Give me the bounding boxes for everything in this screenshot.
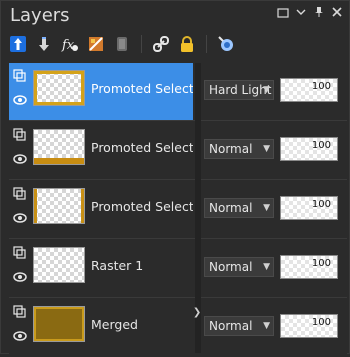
opacity-value: 100 — [311, 317, 331, 328]
highlight-icon[interactable] — [217, 35, 235, 53]
layer-name: Raster 1 — [91, 258, 144, 273]
window-controls — [277, 6, 343, 18]
layer-thumbnail — [33, 70, 85, 106]
layer-effects-icon[interactable]: fx — [61, 35, 79, 53]
visibility-eye-icon[interactable] — [13, 329, 27, 343]
pin-icon[interactable] — [313, 6, 325, 18]
layer-controls — [13, 128, 27, 172]
visibility-eye-icon[interactable] — [13, 211, 27, 225]
blend-mode-select[interactable]: Normal ▼ — [204, 257, 274, 277]
blend-mode-select[interactable]: Hard Light ▼ — [204, 80, 274, 100]
dropdown-arrow-icon: ▼ — [263, 203, 270, 213]
layer-group-toggle-icon[interactable] — [13, 128, 27, 142]
row-divider — [9, 179, 347, 180]
blend-mode-select[interactable]: Normal ▼ — [204, 316, 274, 336]
layer-controls — [13, 187, 27, 231]
row-divider — [9, 238, 347, 239]
blend-mode-value: Normal — [209, 260, 253, 274]
close-icon[interactable] — [331, 6, 343, 18]
layer-row-1[interactable]: Promoted Selection Hard Light ▼ 100 — [9, 63, 347, 121]
opacity-value: 100 — [311, 140, 331, 151]
layer-group-icon[interactable] — [113, 35, 131, 53]
layers-panel: Layers fx Promoted Select Hard Light ▼ 1… — [0, 0, 350, 357]
dropdown-arrow-icon: ▼ — [263, 144, 270, 154]
visibility-eye-icon[interactable] — [13, 152, 27, 166]
blend-mode-value: Normal — [209, 201, 253, 215]
layer-row-left[interactable]: Promoted Selection — [9, 122, 193, 180]
link-layers-icon[interactable] — [152, 35, 170, 53]
layer-controls — [13, 246, 27, 290]
dropdown-arrow-icon: ▼ — [263, 262, 270, 272]
layer-thumbnail — [33, 247, 85, 283]
layer-group-toggle-icon[interactable] — [13, 69, 27, 83]
minimize-icon[interactable] — [277, 6, 289, 18]
blend-mode-select[interactable]: Normal ▼ — [204, 139, 274, 159]
opacity-value: 100 — [311, 258, 331, 269]
layers-list: Promoted Selection Hard Light ▼ 100 — [9, 63, 347, 357]
opacity-slider[interactable]: 100 — [280, 78, 338, 102]
opacity-slider[interactable]: 100 — [280, 137, 338, 161]
layer-thumbnail — [33, 188, 85, 224]
layers-toolbar: fx — [9, 31, 235, 57]
opacity-value: 100 — [311, 81, 331, 92]
opacity-slider[interactable]: 100 — [280, 314, 338, 338]
toolbar-separator — [206, 35, 207, 53]
layer-row-left[interactable]: Promoted Selection — [9, 181, 193, 239]
toolbar-separator — [141, 35, 142, 53]
layer-row-left[interactable]: Promoted Selection — [9, 63, 193, 121]
visibility-eye-icon[interactable] — [13, 93, 27, 107]
layer-thumbnail — [33, 129, 85, 165]
layer-name: Merged — [91, 317, 138, 332]
opacity-slider[interactable]: 100 — [280, 196, 338, 220]
layer-row-5[interactable]: Merged Normal ▼ 100 — [9, 299, 347, 357]
svg-text:fx: fx — [61, 38, 75, 53]
lock-transparency-icon[interactable] — [178, 35, 196, 53]
opacity-slider[interactable]: 100 — [280, 255, 338, 279]
row-divider — [9, 297, 347, 298]
dropdown-arrow-icon: ▼ — [263, 85, 270, 95]
edit-selection-icon[interactable] — [87, 35, 105, 53]
layer-row-left[interactable]: Merged — [9, 299, 193, 357]
blend-mode-select[interactable]: Normal ▼ — [204, 198, 274, 218]
layer-name: Promoted Selection — [91, 81, 193, 96]
layer-group-toggle-icon[interactable] — [13, 305, 27, 319]
layer-group-toggle-icon[interactable] — [13, 246, 27, 260]
layer-controls — [13, 69, 27, 113]
panel-titlebar: Layers — [1, 1, 349, 31]
new-mask-layer-icon[interactable] — [35, 35, 53, 53]
visibility-eye-icon[interactable] — [13, 270, 27, 284]
splitter-grip-icon[interactable]: ❯ — [193, 299, 201, 325]
dropdown-arrow-icon: ▼ — [263, 321, 270, 331]
layer-name: Promoted Selection — [91, 140, 193, 155]
layer-row-2[interactable]: Promoted Selection Normal ▼ 100 — [9, 122, 347, 180]
layer-name: Promoted Selection — [91, 199, 193, 214]
chevron-down-icon[interactable] — [295, 6, 307, 18]
row-divider — [9, 120, 347, 121]
layer-row-3[interactable]: Promoted Selection Normal ▼ 100 — [9, 181, 347, 239]
layer-controls — [13, 305, 27, 349]
new-raster-layer-icon[interactable] — [9, 35, 27, 53]
layer-row-left[interactable]: Raster 1 — [9, 240, 193, 298]
opacity-value: 100 — [311, 199, 331, 210]
blend-mode-value: Normal — [209, 319, 253, 333]
panel-title: Layers — [10, 5, 70, 26]
blend-mode-value: Normal — [209, 142, 253, 156]
layer-thumbnail — [33, 306, 85, 342]
layer-group-toggle-icon[interactable] — [13, 187, 27, 201]
layer-row-4[interactable]: Raster 1 Normal ▼ 100 — [9, 240, 347, 298]
